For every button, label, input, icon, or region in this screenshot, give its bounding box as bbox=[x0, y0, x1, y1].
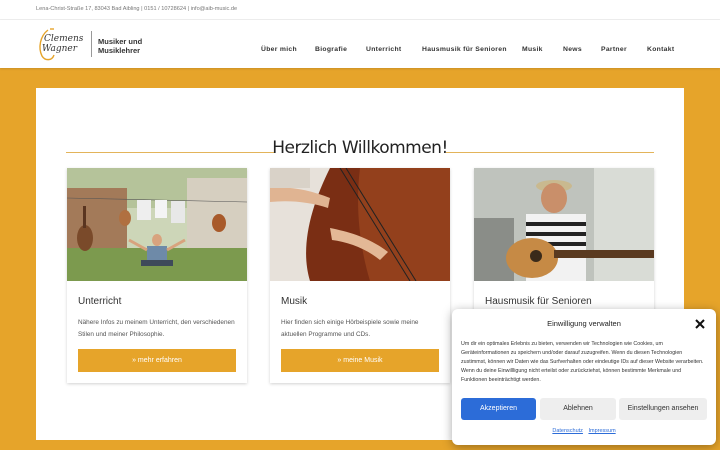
imprint-link[interactable]: Impressum bbox=[588, 428, 615, 434]
site-header: Clemens Wagner Musiker und Musiklehrer Ü… bbox=[0, 20, 720, 68]
consent-text: Um dir ein optimales Erlebnis zu bieten,… bbox=[461, 341, 704, 383]
card-title: Hausmusik für Senioren bbox=[485, 296, 592, 307]
title-divider-left bbox=[66, 152, 274, 153]
logo-tagline-1: Musiker und bbox=[98, 37, 143, 46]
close-icon[interactable] bbox=[694, 318, 706, 330]
logo-name-first: Clemens bbox=[44, 34, 84, 44]
card-title: Musik bbox=[281, 296, 308, 307]
accept-button[interactable]: Akzeptieren bbox=[461, 398, 536, 420]
consent-title: Einwilligung verwalten bbox=[547, 319, 621, 328]
contact-info: Lena-Christ-Straße 17, 83043 Bad Aibling… bbox=[36, 6, 238, 12]
cookie-consent-dialog: Einwilligung verwalten Um dir ein optima… bbox=[452, 309, 716, 445]
card-hausmusik-photo bbox=[474, 168, 654, 281]
view-settings-button[interactable]: Einstellungen ansehen bbox=[619, 398, 707, 420]
logo-tagline-2: Musiklehrer bbox=[98, 46, 141, 55]
title-divider-right bbox=[446, 152, 654, 153]
page-title: Herzlich Willkommen! bbox=[272, 138, 448, 158]
card-musik-photo bbox=[270, 168, 450, 281]
card-title: Unterricht bbox=[78, 296, 122, 307]
card-unterricht-photo bbox=[67, 168, 247, 281]
nav-biografie[interactable]: Biografie bbox=[315, 46, 347, 53]
meine-musik-button[interactable]: » meine Musik bbox=[281, 349, 439, 372]
nav-kontakt[interactable]: Kontakt bbox=[647, 46, 674, 53]
nav-unterricht[interactable]: Unterricht bbox=[366, 46, 401, 53]
logo-name-last: Wagner bbox=[42, 44, 78, 54]
card-unterricht: Unterricht Nähere Infos zu meinem Unterr… bbox=[67, 168, 247, 383]
deny-button[interactable]: Ablehnen bbox=[540, 398, 616, 420]
privacy-link[interactable]: Datenschutz bbox=[552, 428, 583, 434]
mehr-erfahren-button[interactable]: » mehr erfahren bbox=[78, 349, 236, 372]
nav-ueber-mich[interactable]: Über mich bbox=[261, 46, 297, 53]
nav-musik[interactable]: Musik bbox=[522, 46, 543, 53]
nav-hausmusik[interactable]: Hausmusik für Senioren bbox=[422, 46, 507, 53]
card-text: Nähere Infos zu meinem Unterricht, den v… bbox=[78, 319, 235, 338]
consent-links: Datenschutz Impressum bbox=[452, 428, 716, 434]
card-text: Hier finden sich einige Hörbeispiele sow… bbox=[281, 319, 419, 338]
site-logo[interactable]: Clemens Wagner Musiker und Musiklehrer bbox=[36, 28, 156, 62]
card-musik: Musik Hier finden sich einige Hörbeispie… bbox=[270, 168, 450, 383]
top-bar: Lena-Christ-Straße 17, 83043 Bad Aibling… bbox=[0, 0, 720, 20]
logo-divider bbox=[91, 31, 92, 57]
nav-partner[interactable]: Partner bbox=[601, 46, 627, 53]
nav-news[interactable]: News bbox=[563, 46, 582, 53]
